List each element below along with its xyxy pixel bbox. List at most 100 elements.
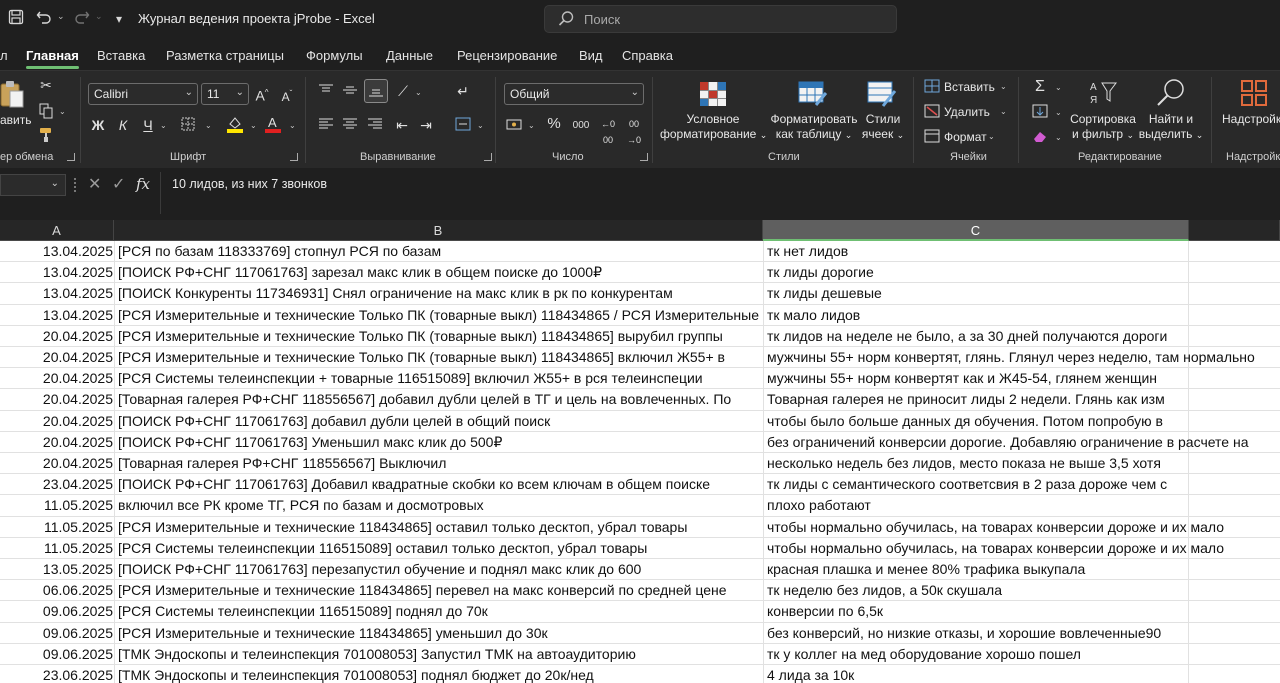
customize-quick-access-icon[interactable]: ▾ — [109, 9, 129, 29]
formula-bar-resize-handle[interactable] — [74, 178, 76, 192]
insert-function-button[interactable]: fx — [136, 175, 150, 193]
font-color-dropdown-icon[interactable]: ⌄ — [289, 121, 296, 130]
cell-b[interactable]: [РСЯ Системы телеинспекции + товарные 11… — [114, 368, 763, 390]
cell-c[interactable]: мужчины 55+ норм конвертят как и Ж45-54,… — [763, 368, 1280, 390]
cell-styles-icon[interactable] — [867, 81, 897, 107]
cancel-icon[interactable]: ✕ — [88, 174, 101, 194]
save-icon[interactable] — [6, 9, 26, 29]
cell-a[interactable]: 20.04.2025 — [0, 389, 114, 410]
wrap-text-icon[interactable]: ↵ — [455, 83, 471, 99]
sort-filter-button[interactable]: Сортировка и фильтр ⌄ — [1066, 112, 1140, 143]
borders-icon[interactable] — [180, 117, 196, 134]
cell-b[interactable]: [ПОИСК РФ+СНГ 117061763] Добавил квадрат… — [114, 474, 763, 496]
format-as-table-icon[interactable] — [798, 81, 828, 107]
tab-help[interactable]: Справка — [622, 48, 673, 63]
cell-a[interactable]: 09.06.2025 — [0, 623, 114, 644]
cell-a[interactable]: 20.04.2025 — [0, 411, 114, 432]
tab-review[interactable]: Рецензирование — [457, 48, 557, 63]
clear-icon[interactable] — [1032, 129, 1048, 146]
decrease-indent-icon[interactable]: ⇤ — [394, 117, 410, 133]
cell-b[interactable]: включил все РК кроме ТГ, РСЯ по базам и … — [114, 495, 763, 517]
sort-filter-icon[interactable]: AЯ — [1088, 79, 1118, 107]
alignment-dialog-launcher-icon[interactable] — [484, 153, 492, 161]
cell-a[interactable]: 13.04.2025 — [0, 241, 114, 262]
delete-cells-button[interactable]: Удалить — [944, 105, 990, 119]
enter-icon[interactable]: ✓ — [112, 174, 125, 194]
cell-b[interactable]: [ТМК Эндоскопы и телеинспекция 701008053… — [114, 643, 763, 665]
cell-c[interactable]: Товарная галерея не приносит лиды 2 неде… — [763, 389, 1280, 411]
cell-b[interactable]: [ПОИСК Конкуренты 117346931] Снял ограни… — [114, 283, 763, 305]
cell-a[interactable]: 20.04.2025 — [0, 368, 114, 389]
underline-dropdown-icon[interactable]: ⌄ — [160, 121, 167, 130]
cell-b[interactable]: [РСЯ Измерительные и технические Только … — [114, 325, 763, 347]
cell-b[interactable]: [ТМК Эндоскопы и телеинспекция 701008053… — [114, 665, 763, 683]
cell-b[interactable]: [ПОИСК РФ+СНГ 117061763] зарезал макс кл… — [114, 262, 763, 284]
bold-button[interactable]: Ж — [90, 117, 106, 133]
cell-a[interactable]: 11.05.2025 — [0, 517, 114, 538]
insert-dropdown-icon[interactable]: ⌄ — [1000, 82, 1007, 91]
cell-a[interactable]: 20.04.2025 — [0, 326, 114, 347]
decrease-decimal-icon[interactable]: 00 →0 — [624, 116, 644, 148]
cell-b[interactable]: [РСЯ Измерительные и технические Только … — [114, 347, 763, 368]
fill-color-icon[interactable] — [226, 115, 244, 136]
undo-dropdown-icon[interactable]: ⌄ — [57, 11, 65, 22]
align-bottom-icon[interactable] — [364, 79, 388, 103]
format-as-table-button[interactable]: Форматировать как таблицу ⌄ — [770, 112, 858, 143]
accounting-format-icon[interactable] — [506, 117, 524, 134]
cell-a[interactable]: 20.04.2025 — [0, 347, 114, 368]
cell-c[interactable]: тк лиды с семантического соответсвия в 2… — [763, 474, 1280, 496]
cell-c[interactable]: чтобы нормально обучилась, на товарах ко… — [763, 516, 1280, 538]
format-cells-icon[interactable] — [924, 129, 940, 146]
redo-icon[interactable] — [72, 9, 92, 29]
clear-dropdown-icon[interactable]: ⌄ — [1055, 133, 1062, 142]
cell-a[interactable]: 11.05.2025 — [0, 538, 114, 559]
cell-c[interactable]: мужчины 55+ норм конвертят, глянь. Гляну… — [763, 347, 1280, 368]
redo-dropdown-icon[interactable]: ⌄ — [95, 11, 103, 22]
insert-cells-icon[interactable] — [924, 79, 940, 96]
align-left-icon[interactable] — [318, 117, 334, 134]
cell-c[interactable]: тк лиды дорогие — [763, 262, 1280, 284]
cell-b[interactable]: [РСЯ Измерительные и технические 1184348… — [114, 516, 763, 538]
undo-icon[interactable] — [34, 9, 54, 29]
cell-c[interactable]: без конверсий, но низкие отказы, и хорош… — [763, 622, 1280, 644]
orientation-icon[interactable]: ⟋ — [395, 83, 411, 99]
tab-home[interactable]: Главная — [26, 48, 79, 69]
cell-a[interactable]: 13.04.2025 — [0, 305, 114, 326]
conditional-formatting-button[interactable]: Условное форматирование ⌄ — [660, 112, 767, 143]
cell-a[interactable]: 06.06.2025 — [0, 580, 114, 601]
cell-c[interactable]: тк у коллег на мед оборудование хорошо п… — [763, 643, 1280, 665]
cell-c[interactable]: тк лидов на неделе не было, а за 30 дней… — [763, 325, 1280, 347]
increase-indent-icon[interactable]: ⇥ — [418, 117, 434, 133]
cell-a[interactable]: 13.05.2025 — [0, 559, 114, 580]
conditional-formatting-icon[interactable] — [699, 81, 727, 107]
cell-a[interactable]: 20.04.2025 — [0, 432, 114, 453]
copy-icon[interactable] — [37, 103, 55, 122]
delete-cells-icon[interactable] — [924, 104, 940, 121]
addins-icon[interactable] — [1240, 79, 1268, 107]
merge-center-icon[interactable] — [455, 117, 471, 134]
cell-a[interactable]: 13.04.2025 — [0, 262, 114, 283]
align-center-icon[interactable] — [342, 117, 358, 134]
cell-b[interactable]: [РСЯ Измерительные и технические 1184348… — [114, 580, 763, 602]
percent-button[interactable]: % — [545, 116, 563, 132]
formula-input[interactable]: 10 лидов, из них 7 звонков — [160, 172, 1280, 214]
search-box[interactable]: Поиск — [544, 5, 897, 33]
number-dialog-launcher-icon[interactable] — [640, 153, 648, 161]
number-format-select[interactable]: Общий ⌄ — [504, 83, 644, 105]
cell-b[interactable]: [Товарная галерея РФ+СНГ 118556567] доба… — [114, 389, 763, 411]
autosum-dropdown-icon[interactable]: ⌄ — [1055, 83, 1062, 92]
paste-button[interactable]: авить — [0, 113, 32, 127]
cell-c[interactable]: тк нет лидов — [763, 241, 1280, 262]
cell-b[interactable]: [РСЯ по базам 118333769] стопнул РСЯ по … — [114, 241, 763, 262]
tab-file[interactable]: л — [0, 48, 8, 63]
tab-view[interactable]: Вид — [579, 48, 603, 63]
cell-b[interactable]: [Товарная галерея РФ+СНГ 118556567] Выкл… — [114, 453, 763, 474]
merge-dropdown-icon[interactable]: ⌄ — [477, 121, 484, 130]
orientation-dropdown-icon[interactable]: ⌄ — [415, 88, 422, 97]
paste-icon[interactable] — [0, 79, 24, 109]
cell-c[interactable]: тк лиды дешевые — [763, 283, 1280, 305]
copy-dropdown-icon[interactable]: ⌄ — [59, 107, 66, 116]
column-header-b[interactable]: B — [114, 220, 763, 241]
fill-dropdown-icon[interactable]: ⌄ — [1055, 108, 1062, 117]
find-select-button[interactable]: Найти и выделить ⌄ — [1138, 112, 1204, 143]
